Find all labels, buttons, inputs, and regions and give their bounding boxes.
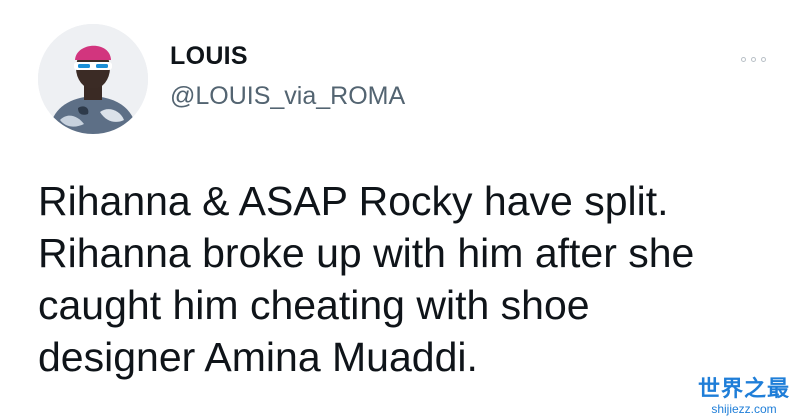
tweet-text: Rihanna & ASAP Rocky have split. Rihanna…	[38, 178, 695, 380]
watermark-title: 世界之最	[697, 377, 790, 402]
user-handle[interactable]: @LOUIS_via_ROMA	[170, 82, 405, 111]
more-dot	[760, 56, 766, 62]
avatar-image	[38, 24, 148, 134]
more-horizontal-icon[interactable]	[736, 50, 770, 68]
watermark-url: shijiezz.com	[711, 402, 777, 416]
display-name[interactable]: LOUIS	[170, 42, 248, 71]
avatar[interactable]	[38, 24, 148, 134]
watermark: 世界之最 shijiezz.com	[697, 377, 790, 416]
more-dot	[750, 56, 756, 62]
tweet-card: LOUIS @LOUIS_via_ROMA Rihanna & ASAP Roc…	[0, 0, 800, 419]
more-dot	[740, 56, 746, 62]
